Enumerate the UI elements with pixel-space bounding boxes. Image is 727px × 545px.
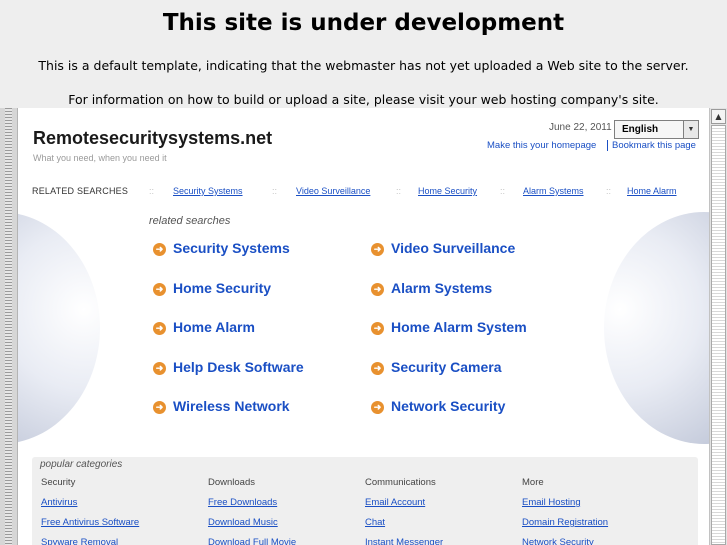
category-link-network-security[interactable]: Network Security — [522, 537, 594, 545]
search-link-label: Home Alarm — [173, 319, 255, 335]
arrow-circle-icon: ➜ — [371, 243, 384, 256]
category-heading-communications: Communications — [365, 477, 436, 488]
category-link-free-antivirus-software[interactable]: Free Antivirus Software — [41, 517, 139, 528]
search-link-label: Home Alarm System — [391, 319, 527, 335]
arrow-circle-icon: ➜ — [153, 322, 166, 335]
search-link-label: Security Camera — [391, 359, 502, 375]
arrow-circle-icon: ➜ — [153, 243, 166, 256]
popular-categories-title: popular categories — [40, 459, 123, 470]
search-link-label: Wireless Network — [173, 398, 290, 414]
notice-line-2: For information on how to build or uploa… — [68, 92, 659, 107]
category-link-antivirus[interactable]: Antivirus — [41, 497, 77, 508]
arrow-circle-icon: ➜ — [371, 283, 384, 296]
search-link-label: Alarm Systems — [391, 280, 493, 296]
category-link-download-music[interactable]: Download Music — [208, 517, 278, 528]
related-bar-link-home-alarm[interactable]: Home Alarm — [627, 186, 677, 196]
language-value: English — [622, 124, 659, 135]
site-tagline: What you need, when you need it — [33, 153, 167, 163]
category-heading-downloads: Downloads — [208, 477, 255, 488]
arrow-circle-icon: ➜ — [371, 401, 384, 414]
separator: :: — [149, 186, 155, 196]
category-link-free-downloads[interactable]: Free Downloads — [208, 497, 277, 508]
category-link-download-full-movie[interactable]: Download Full Movie — [208, 537, 296, 545]
left-scroll-strip — [0, 108, 18, 545]
make-homepage-link[interactable]: Make this your homepage — [487, 140, 596, 151]
related-bar-link-video-surveillance[interactable]: Video Surveillance — [296, 186, 370, 196]
category-link-email-account[interactable]: Email Account — [365, 497, 425, 508]
related-bar-link-security-systems[interactable]: Security Systems — [173, 186, 243, 196]
decorative-globe-right — [604, 212, 709, 444]
category-heading-more: More — [522, 477, 544, 488]
arrow-up-icon[interactable]: ▲ — [711, 109, 726, 124]
site-title: Remotesecuritysystems.net — [33, 128, 273, 148]
category-link-spyware-removal[interactable]: Spyware Removal — [41, 537, 118, 545]
category-heading-security: Security — [41, 477, 76, 488]
search-link-label: Network Security — [391, 398, 506, 414]
related-searches-bar: RELATED SEARCHES :: Security Systems :: … — [18, 168, 709, 213]
separator: :: — [396, 186, 402, 196]
related-bar-link-home-security[interactable]: Home Security — [418, 186, 477, 196]
related-searches-title: related searches — [149, 215, 231, 227]
date-label: June 22, 2011 — [549, 122, 612, 133]
arrow-circle-icon: ➜ — [153, 401, 166, 414]
related-bar-label: RELATED SEARCHES — [32, 186, 129, 196]
search-link-label: Security Systems — [173, 240, 290, 256]
vertical-scrollbar[interactable]: ▲ — [709, 108, 727, 545]
search-link-label: Video Surveillance — [391, 240, 516, 256]
chevron-down-icon[interactable]: ▼ — [683, 121, 698, 138]
decorative-globe-left — [18, 212, 100, 444]
arrow-circle-icon: ➜ — [371, 362, 384, 375]
notice-line-1: This is a default template, indicating t… — [38, 58, 689, 73]
separator: :: — [500, 186, 506, 196]
related-bar-link-alarm-systems[interactable]: Alarm Systems — [523, 186, 584, 196]
arrow-circle-icon: ➜ — [371, 322, 384, 335]
category-link-domain-registration[interactable]: Domain Registration — [522, 517, 608, 528]
separator: :: — [606, 186, 612, 196]
search-link-label: Help Desk Software — [173, 359, 304, 375]
separator: :: — [272, 186, 278, 196]
left-grip — [5, 108, 12, 545]
category-link-instant-messenger[interactable]: Instant Messenger — [365, 537, 443, 545]
scrollbar-thumb[interactable] — [711, 125, 726, 545]
bookmark-link[interactable]: Bookmark this page — [607, 140, 696, 151]
arrow-circle-icon: ➜ — [153, 283, 166, 296]
language-select[interactable]: English ▼ — [614, 120, 699, 139]
notice-heading: This site is under development — [162, 10, 565, 36]
popular-categories: popular categories Security Antivirus Fr… — [32, 457, 698, 545]
category-link-email-hosting[interactable]: Email Hosting — [522, 497, 581, 508]
parked-page-frame: Remotesecuritysystems.net What you need,… — [18, 108, 709, 545]
category-link-chat[interactable]: Chat — [365, 517, 385, 528]
search-link-label: Home Security — [173, 280, 272, 296]
under-development-notice: This site is under development This is a… — [0, 0, 727, 108]
arrow-circle-icon: ➜ — [153, 362, 166, 375]
